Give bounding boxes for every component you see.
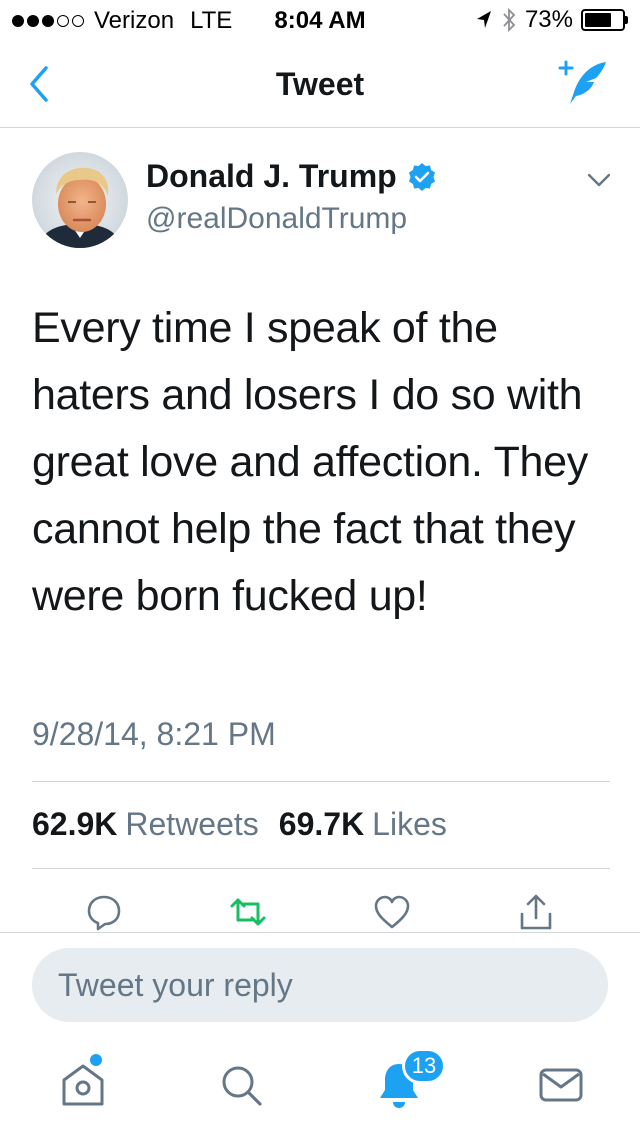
verified-badge-icon [408, 162, 435, 191]
location-arrow-icon [476, 11, 491, 28]
reply-icon[interactable] [84, 892, 124, 932]
new-content-indicator [90, 1054, 102, 1066]
author-name[interactable]: Donald J. Trump [146, 158, 437, 195]
status-right: 73% [475, 6, 628, 34]
divider [32, 781, 610, 782]
like-heart-icon[interactable] [372, 892, 412, 932]
messages-envelope-icon[interactable] [536, 1058, 586, 1110]
retweet-icon[interactable] [228, 892, 268, 932]
battery-percent: 73% [524, 6, 573, 33]
battery-icon [581, 9, 628, 31]
chevron-down-icon[interactable] [586, 170, 612, 190]
page-title: Tweet [275, 66, 365, 102]
bluetooth-icon [503, 7, 516, 33]
like-count[interactable]: 69.7K [279, 806, 364, 843]
home-icon[interactable] [58, 1058, 108, 1110]
author-handle[interactable]: @realDonaldTrump [146, 202, 407, 236]
divider [0, 932, 640, 933]
author-name-text: Donald J. Trump [146, 158, 397, 194]
nav-bar: Tweet [0, 40, 640, 128]
status-bar: Verizon LTE 8:04 AM 73% [0, 0, 640, 40]
profile-photo [32, 152, 128, 248]
share-icon[interactable] [516, 892, 556, 932]
reply-input[interactable]: Tweet your reply [32, 948, 608, 1022]
like-label[interactable]: Likes [372, 806, 447, 843]
divider [32, 868, 610, 869]
tweet-text: Every time I speak of the haters and los… [32, 304, 588, 620]
notification-badge: 13 [402, 1048, 446, 1084]
avatar[interactable] [32, 152, 128, 248]
search-icon[interactable] [216, 1058, 266, 1110]
tweet-timestamp: 9/28/14, 8:21 PM [32, 716, 276, 752]
compose-tweet-icon[interactable] [556, 56, 614, 112]
retweet-count[interactable]: 62.9K [32, 806, 117, 843]
retweet-label[interactable]: Retweets [125, 806, 258, 843]
tweet-stats: 62.9K Retweets 69.7K Likes [32, 806, 467, 843]
